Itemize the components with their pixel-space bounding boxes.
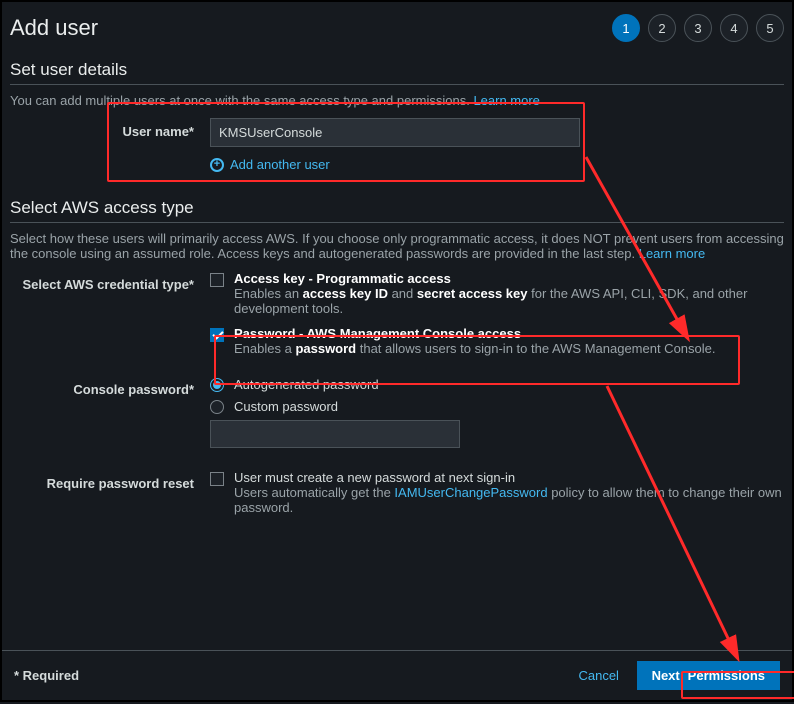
console-password-label: Console password* [10,376,210,397]
header: Add user 1 2 3 4 5 [10,14,784,42]
custom-password-option[interactable]: Custom password [210,398,784,414]
access-key-option[interactable]: Access key - Programmatic access Enables… [210,271,784,316]
step-5[interactable]: 5 [756,14,784,42]
autogen-password-option[interactable]: Autogenerated password [210,376,784,392]
add-another-user-button[interactable]: + Add another user [210,157,784,172]
step-3[interactable]: 3 [684,14,712,42]
require-reset-line2: Users automatically get the IAMUserChang… [234,485,784,515]
password-subtitle: Enables a password that allows users to … [234,341,716,356]
access-key-checkbox[interactable] [210,273,224,287]
credential-type-row: Select AWS credential type* Access key -… [10,271,784,364]
console-password-row: Console password* Autogenerated password… [10,376,784,448]
custom-label: Custom password [234,399,338,414]
divider [10,222,784,223]
page-title: Add user [10,15,98,41]
username-row: User name* + Add another user [10,118,784,172]
divider [10,84,784,85]
required-note: * Required [14,668,79,683]
password-option[interactable]: Password - AWS Management Console access… [210,326,784,356]
custom-radio[interactable] [210,400,224,414]
username-input[interactable] [210,118,580,147]
learn-more-link[interactable]: Learn more [639,246,705,261]
custom-password-input[interactable] [210,420,460,448]
password-title: Password - AWS Management Console access [234,326,716,341]
user-details-heading: Set user details [10,60,784,80]
autogen-radio[interactable] [210,378,224,392]
access-key-title: Access key - Programmatic access [234,271,784,286]
username-label: User name* [10,118,210,139]
iam-policy-link[interactable]: IAMUserChangePassword [394,485,547,500]
require-reset-line1: User must create a new password at next … [234,470,784,485]
access-type-heading: Select AWS access type [10,198,784,218]
step-1[interactable]: 1 [612,14,640,42]
user-details-description: You can add multiple users at once with … [10,93,784,108]
step-2[interactable]: 2 [648,14,676,42]
plus-circle-icon: + [210,158,224,172]
wizard-steps: 1 2 3 4 5 [612,14,784,42]
password-checkbox[interactable] [210,328,224,342]
require-reset-row: Require password reset User must create … [10,470,784,523]
add-another-user-label: Add another user [230,157,330,172]
require-reset-checkbox[interactable] [210,472,224,486]
access-key-subtitle: Enables an access key ID and secret acce… [234,286,784,316]
cancel-button[interactable]: Cancel [564,662,632,689]
require-reset-option[interactable]: User must create a new password at next … [210,470,784,515]
desc-text: You can add multiple users at once with … [10,93,473,108]
credential-type-label: Select AWS credential type* [10,271,210,292]
autogen-label: Autogenerated password [234,377,379,392]
step-4[interactable]: 4 [720,14,748,42]
access-type-description: Select how these users will primarily ac… [10,231,784,261]
footer: * Required Cancel Next: Permissions [2,650,792,700]
require-reset-label: Require password reset [10,470,210,491]
next-permissions-button[interactable]: Next: Permissions [637,661,780,690]
learn-more-link[interactable]: Learn more [473,93,539,108]
